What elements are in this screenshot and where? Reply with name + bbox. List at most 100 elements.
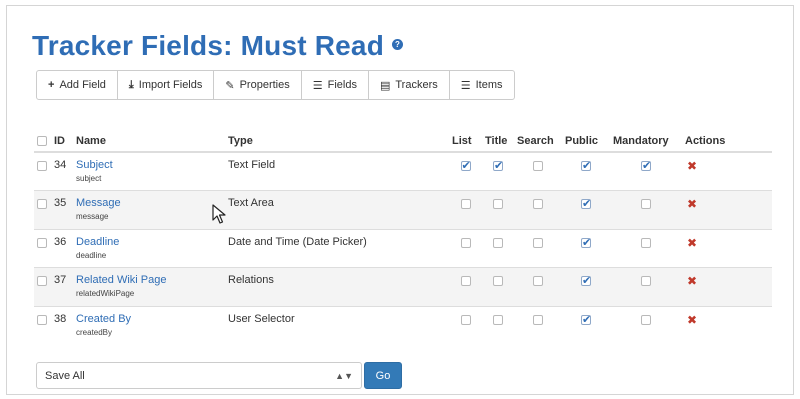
field-id: 35 (51, 190, 73, 229)
field-name-cell: Created By createdBy (73, 305, 225, 345)
row-select-checkbox[interactable] (37, 161, 47, 172)
list-icon: ☰ (460, 79, 471, 92)
bulk-action-select[interactable]: Save All ▲▼ (36, 362, 362, 389)
public-cell (562, 305, 610, 345)
search-checkbox[interactable] (533, 314, 543, 325)
list-checkbox[interactable] (460, 314, 471, 325)
row-select-checkbox[interactable] (37, 314, 47, 325)
select-all-checkbox[interactable] (37, 135, 47, 146)
go-button[interactable]: Go (364, 362, 402, 389)
public-cell (562, 151, 610, 191)
list-cell (449, 228, 482, 268)
properties-button[interactable]: ✎ Properties (213, 70, 302, 100)
search-checkbox[interactable] (533, 199, 543, 210)
search-cell (514, 228, 562, 268)
title-checkbox[interactable] (493, 237, 503, 248)
field-name-link[interactable]: Subject (76, 159, 222, 171)
table-row: 34Subject subject Text Field ✖ (34, 151, 772, 191)
public-checkbox[interactable] (581, 197, 591, 210)
public-checkbox[interactable] (581, 274, 591, 287)
list-icon: ☰ (312, 79, 323, 92)
list-checkbox[interactable] (460, 159, 471, 172)
list-checkbox[interactable] (460, 276, 471, 287)
header-search: Search (514, 130, 562, 153)
add-field-button[interactable]: + Add Field (36, 70, 118, 100)
items-button[interactable]: ☰ Items (448, 70, 515, 100)
mandatory-checkbox[interactable] (641, 199, 651, 210)
select-all-cell (34, 130, 51, 153)
row-select-checkbox[interactable] (37, 276, 47, 287)
page-title: Tracker Fields: Must Read? (32, 30, 404, 62)
search-checkbox[interactable] (533, 276, 543, 287)
row-select-checkbox[interactable] (37, 199, 47, 210)
row-select-checkbox[interactable] (37, 237, 47, 248)
delete-icon[interactable]: ✖ (687, 236, 697, 250)
delete-icon[interactable]: ✖ (687, 274, 697, 288)
add-field-label: Add Field (59, 79, 106, 91)
import-fields-label: Import Fields (138, 79, 203, 91)
table-row: 38Created By createdBy User Selector ✖ (34, 305, 772, 345)
field-name-link[interactable]: Message (76, 197, 222, 209)
public-checkbox[interactable] (581, 313, 591, 326)
search-checkbox[interactable] (533, 161, 543, 172)
public-checkbox[interactable] (581, 236, 591, 249)
page-title-text: Tracker Fields: Must Read (32, 30, 385, 61)
search-checkbox[interactable] (533, 237, 543, 248)
field-name-cell: Message message (73, 190, 225, 229)
search-cell (514, 305, 562, 345)
table-row: 36 Deadline deadline Date and Time (Date Pi… (34, 228, 772, 268)
list-checkbox[interactable] (460, 199, 471, 210)
title-cell (482, 190, 514, 229)
title-checkbox[interactable] (493, 276, 503, 287)
table-row: 37 Related Wiki Page relatedWikiPage Relati… (34, 267, 772, 306)
trackers-button[interactable]: ▤ Trackers (367, 70, 450, 100)
wrench-icon: ✎ (225, 79, 235, 92)
header-public: Public (562, 130, 610, 153)
mandatory-checkbox[interactable] (641, 237, 651, 248)
field-id: 34 (51, 151, 73, 191)
field-id: 36 (51, 228, 73, 268)
title-cell (482, 305, 514, 345)
public-checkbox[interactable] (581, 159, 591, 172)
actions-cell: ✖ (682, 190, 772, 229)
row-select-cell (34, 190, 51, 229)
field-type: Text Field (225, 151, 449, 191)
field-type: Text Area (225, 190, 449, 229)
field-type: Relations (225, 267, 449, 306)
help-icon[interactable]: ? (392, 39, 404, 51)
fields-table: ID Name Type List Title Search Public Ma… (34, 130, 772, 345)
mandatory-checkbox[interactable] (641, 314, 651, 325)
table-row: 35Message message Text Area ✖ (34, 190, 772, 229)
field-name-link[interactable]: Deadline (76, 236, 222, 248)
database-icon: ▤ (379, 79, 391, 92)
mandatory-checkbox[interactable] (641, 159, 651, 172)
fields-label: Fields (327, 79, 357, 91)
header-actions: Actions (682, 130, 772, 153)
actions-cell: ✖ (682, 228, 772, 268)
header-type[interactable]: Type (225, 130, 449, 153)
import-icon: ⤓ (128, 78, 134, 91)
search-cell (514, 190, 562, 229)
header-name[interactable]: Name (73, 130, 225, 153)
header-id[interactable]: ID (51, 130, 73, 153)
delete-icon[interactable]: ✖ (687, 197, 697, 211)
delete-icon[interactable]: ✖ (687, 159, 697, 173)
title-checkbox[interactable] (493, 199, 503, 210)
toolbar: + Add Field ⤓ Import Fields ✎ Properties… (36, 70, 515, 100)
items-label: Items (475, 79, 503, 91)
delete-icon[interactable]: ✖ (687, 313, 697, 327)
row-select-cell (34, 151, 51, 191)
field-permname: subject (76, 174, 102, 183)
list-checkbox[interactable] (460, 237, 471, 248)
bulk-action-bar: Save All ▲▼ Go (36, 362, 402, 389)
title-checkbox[interactable] (493, 314, 503, 325)
mandatory-checkbox[interactable] (641, 276, 651, 287)
actions-cell: ✖ (682, 267, 772, 306)
table-header-row: ID Name Type List Title Search Public Ma… (34, 130, 772, 153)
field-name-link[interactable]: Related Wiki Page (76, 274, 222, 286)
import-fields-button[interactable]: ⤓ Import Fields (116, 70, 215, 100)
fields-button[interactable]: ☰ Fields (300, 70, 369, 100)
list-cell (449, 190, 482, 229)
title-checkbox[interactable] (493, 159, 503, 172)
field-name-link[interactable]: Created By (76, 313, 222, 325)
